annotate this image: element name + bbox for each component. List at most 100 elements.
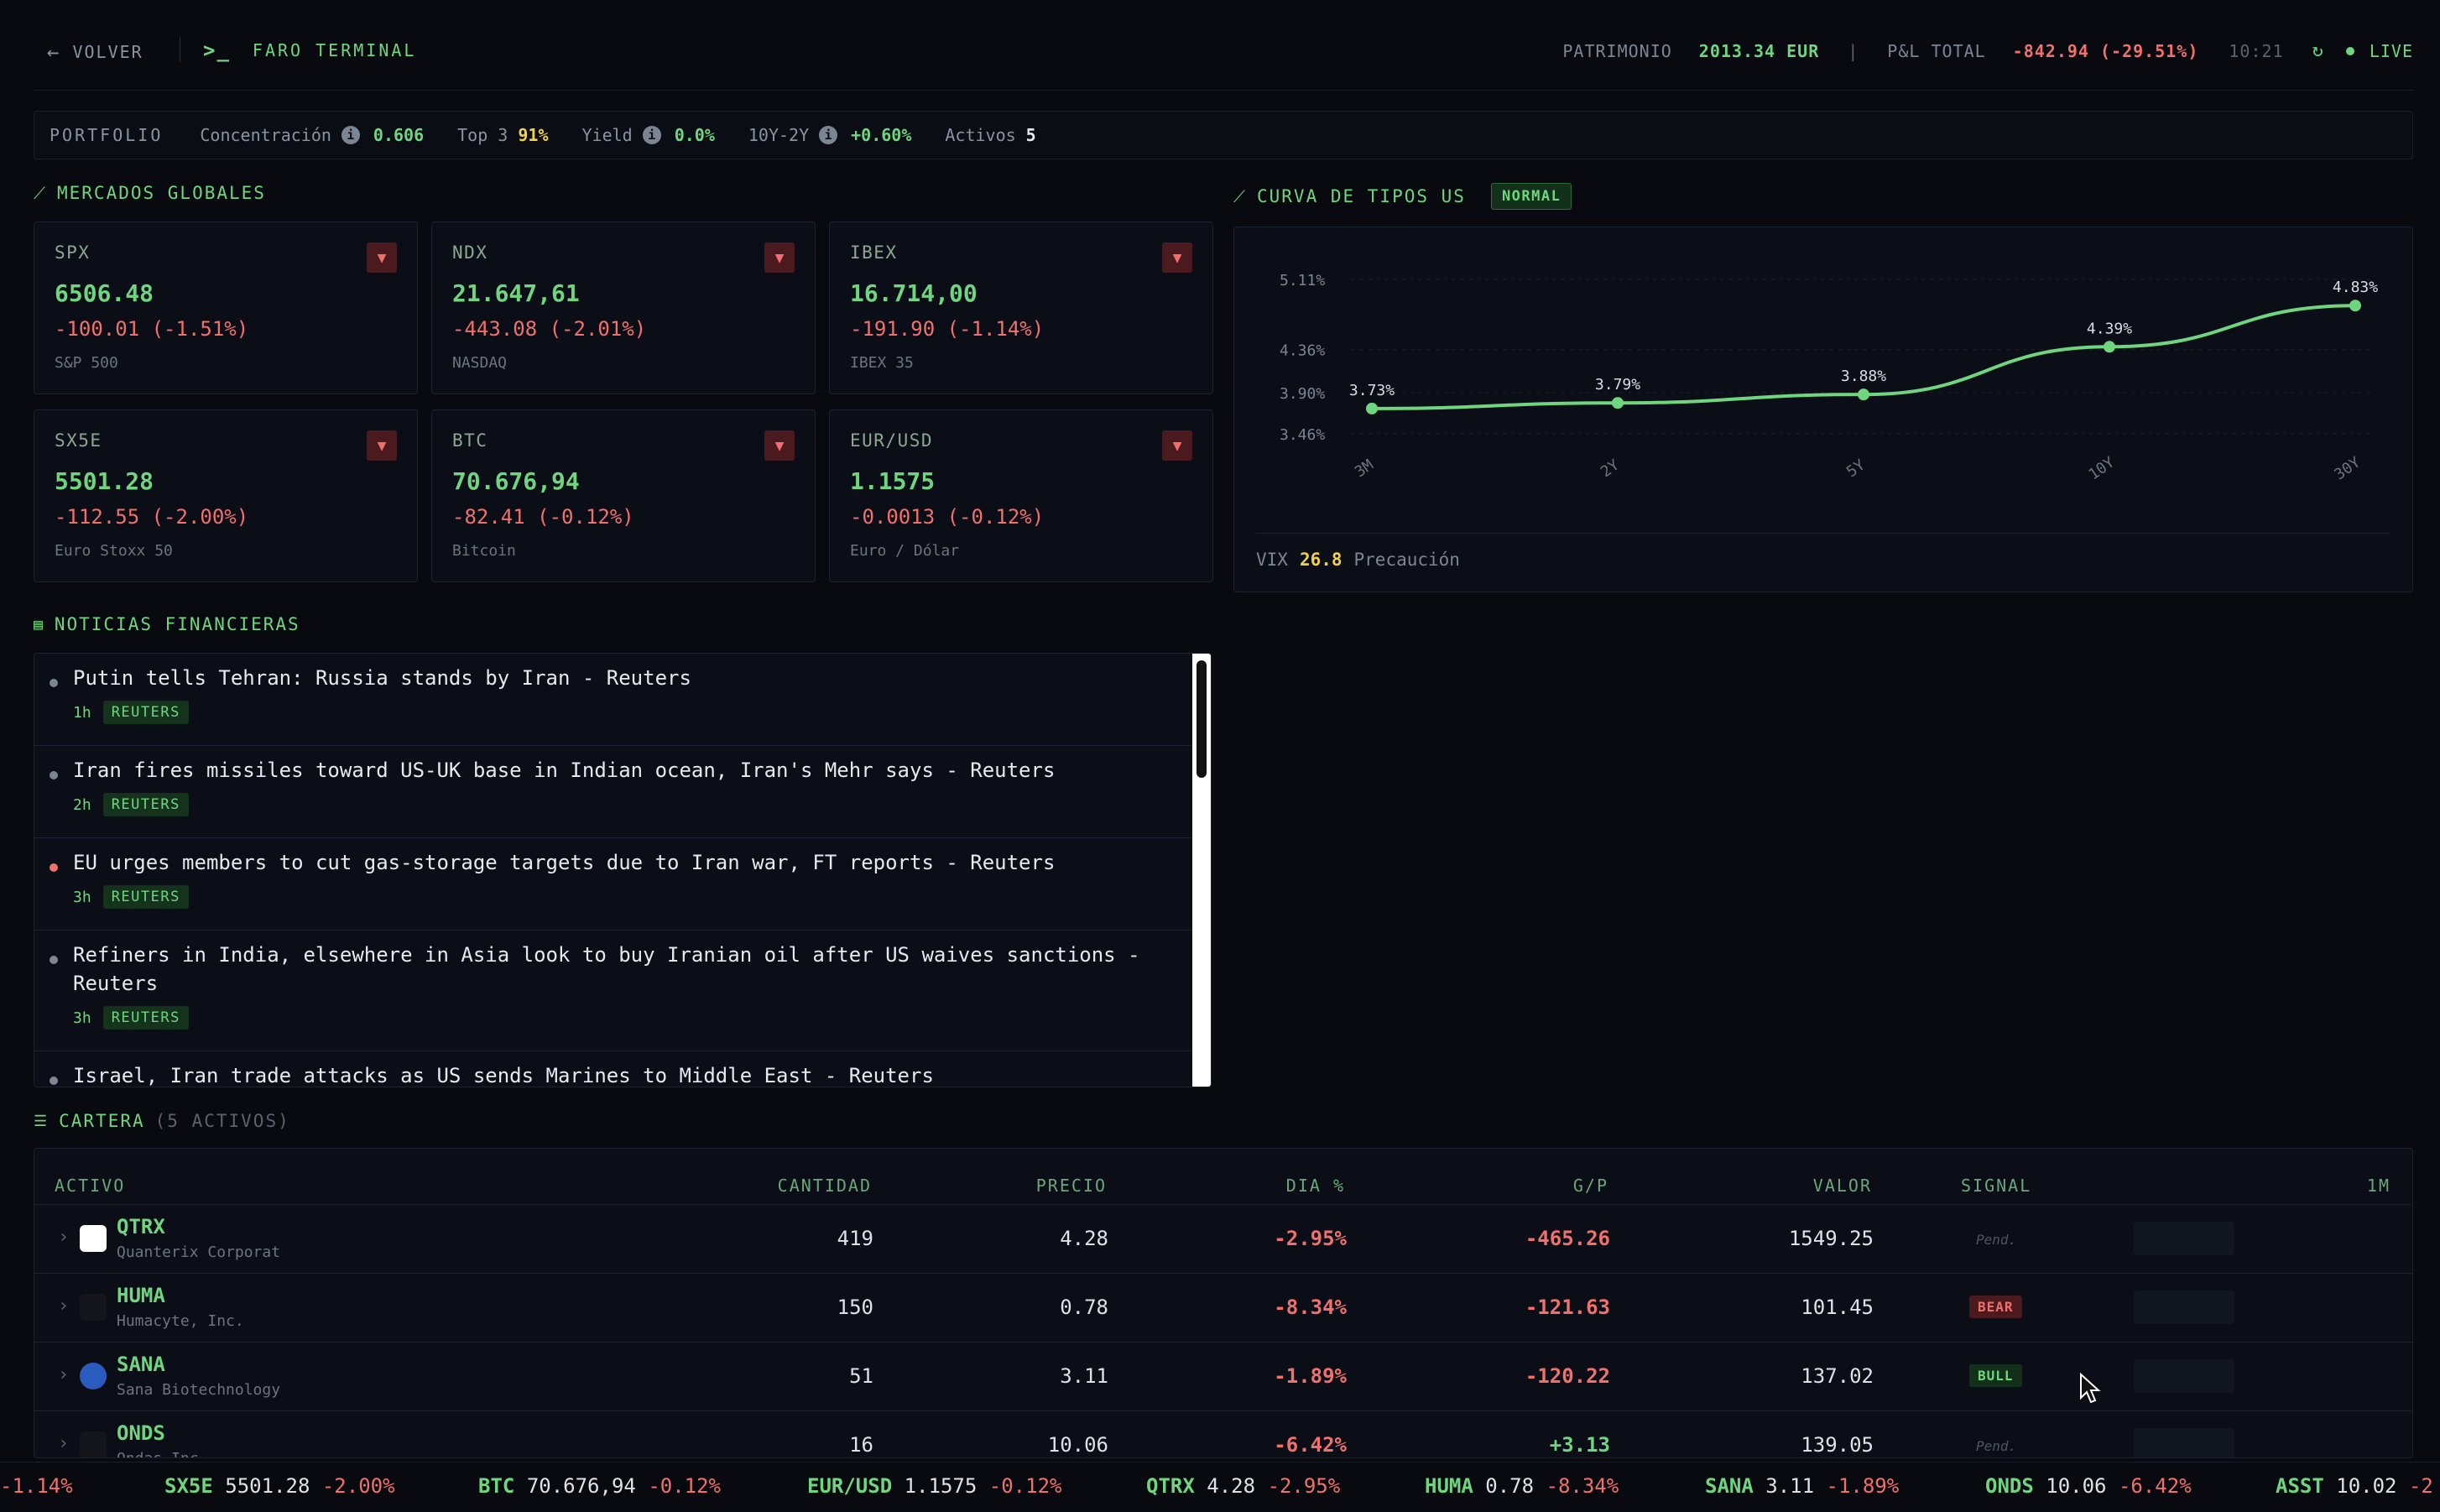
news-headline[interactable]: EU urges members to cut gas-storage targ… [73, 848, 1172, 877]
news-headline[interactable]: Putin tells Tehran: Russia stands by Ira… [73, 664, 1172, 692]
spread-value: +0.60% [851, 125, 912, 145]
market-card-btc[interactable]: BTC 70.676,94 -82.41 (-0.12%) Bitcoin ▼ [431, 409, 816, 582]
chevron-right-icon[interactable]: › [58, 1227, 69, 1248]
market-card-ndx[interactable]: NDX 21.647,61 -443.08 (-2.01%) NASDAQ ▼ [431, 222, 816, 394]
asset-ticker: SANA [117, 1353, 165, 1376]
asset-ticker: QTRX [117, 1215, 165, 1238]
sparkline-1m [2134, 1359, 2234, 1393]
portfolio-label: PORTFOLIO [50, 125, 164, 145]
column-header-signal[interactable]: SIGNAL [1961, 1176, 2031, 1196]
yield-curve-chart: 3.46% 3.90% 4.36% 5.11% 3.73% 3M 3.79% 2Y 3.88% 5… [1280, 272, 2378, 483]
chevron-right-icon[interactable]: › [58, 1364, 69, 1385]
x-tick-label: 10Y [2086, 453, 2119, 483]
terminal-icon: >_ [203, 39, 231, 62]
asset-day-change: -2.95% [1274, 1227, 1347, 1250]
column-header-valor[interactable]: VALOR [1813, 1176, 1872, 1196]
news-item[interactable]: EU urges members to cut gas-storage targ… [34, 838, 1192, 931]
scrollbar-thumb[interactable] [1197, 660, 1207, 778]
ticker-change: -8.34% [1546, 1474, 1619, 1498]
column-header-1m[interactable]: 1M [2367, 1176, 2390, 1196]
news-item[interactable]: Iran fires missiles toward US-UK base in… [34, 746, 1192, 838]
news-headline[interactable]: Iran fires missiles toward US-UK base in… [73, 756, 1172, 785]
table-row[interactable]: › ONDS Ondas Inc. 16 10.06 -6.42% +3.13 … [34, 1410, 2412, 1457]
card-price: 21.647,61 [452, 279, 580, 307]
info-icon[interactable]: i [341, 126, 360, 144]
asset-value: 137.02 [1801, 1364, 1874, 1388]
asset-value: 1549.25 [1788, 1227, 1874, 1250]
column-header-cantidad[interactable]: CANTIDAD [778, 1176, 872, 1196]
market-card-ibex[interactable]: IBEX 16.714,00 -191.90 (-1.14%) IBEX 35 … [829, 222, 1213, 394]
card-price: 16.714,00 [850, 279, 978, 307]
market-card-sx5e[interactable]: SX5E 5501.28 -112.55 (-2.00%) Euro Stoxx… [34, 409, 418, 582]
chevron-right-icon[interactable]: › [58, 1296, 69, 1316]
asset-quantity: 150 [837, 1296, 873, 1319]
asset-price: 0.78 [1060, 1296, 1108, 1319]
news-source-tag: REUTERS [102, 885, 189, 909]
news-headline[interactable]: Israel, Iran trade attacks as US sends M… [73, 1061, 1172, 1087]
yield-point [1612, 397, 1624, 409]
yield-point [1366, 402, 1378, 414]
yield-curve-title: CURVA DE TIPOS US [1257, 186, 1466, 206]
table-row[interactable]: › SANA Sana Biotechnology 51 3.11 -1.89%… [34, 1342, 2412, 1410]
news-bullet-icon [50, 956, 58, 964]
asset-name: Humacyte, Inc. [117, 1312, 244, 1330]
ticker-change: -0.12% [648, 1474, 722, 1498]
list-icon: ☰ [34, 1112, 50, 1130]
signal-pending: Pend. [1976, 1438, 2017, 1454]
news-meta: 3h REUTERS [73, 885, 189, 909]
news-item[interactable]: Refiners in India, elsewhere in Asia loo… [34, 931, 1192, 1051]
patrimonio-value: 2013.34 EUR [1698, 40, 1820, 61]
curve-status-badge: NORMAL [1490, 183, 1572, 210]
activos-label: Activos [945, 125, 1016, 145]
news-item[interactable]: Putin tells Tehran: Russia stands by Ira… [34, 654, 1192, 746]
back-label: VOLVER [72, 42, 143, 62]
company-logo [80, 1431, 107, 1457]
market-card-eurusd[interactable]: EUR/USD 1.1575 -0.0013 (-0.12%) Euro / D… [829, 409, 1213, 582]
card-change: -0.0013 (-0.12%) [850, 505, 1045, 529]
info-icon[interactable]: i [642, 126, 661, 144]
column-header-gp[interactable]: G/P [1573, 1176, 1608, 1196]
asset-quantity: 419 [837, 1227, 873, 1250]
table-row[interactable]: › HUMA Humacyte, Inc. 150 0.78 -8.34% -1… [34, 1273, 2412, 1342]
yield-point [2349, 300, 2361, 312]
refresh-icon[interactable]: ↻ [2312, 40, 2324, 61]
column-header-precio[interactable]: PRECIO [1036, 1176, 1107, 1196]
info-icon[interactable]: i [819, 126, 838, 144]
card-name: S&P 500 [55, 354, 118, 372]
ticker-symbol: SX5E [164, 1474, 213, 1498]
live-dot-icon [2345, 46, 2354, 55]
ticker-price: 10.02 [2336, 1474, 2397, 1498]
header-stats: PATRIMONIO 2013.34 EUR | P&L TOTAL -842.… [1562, 40, 2413, 61]
news-scrollbar[interactable] [1192, 654, 1211, 1087]
ticker-price: 5501.28 [225, 1474, 310, 1498]
asset-day-change: -1.89% [1274, 1364, 1347, 1388]
card-price: 5501.28 [55, 467, 154, 495]
data-label: 4.83% [2333, 279, 2378, 296]
news-bullet-icon [50, 863, 58, 872]
market-card-spx[interactable]: SPX 6506.48 -100.01 (-1.51%) S&P 500 ▼ [34, 222, 418, 394]
column-header-activo[interactable]: ACTIVO [55, 1176, 125, 1196]
card-name: Bitcoin [452, 542, 516, 560]
news-age: 1h [73, 703, 91, 722]
sparkline-1m [2134, 1428, 2234, 1457]
asset-price: 4.28 [1060, 1227, 1108, 1250]
portfolio-table: ACTIVO CANTIDAD PRECIO DIA % G/P VALOR S… [34, 1148, 2413, 1458]
ticker-price: 0.78 [1485, 1474, 1535, 1498]
news-section-title: ▤ NOTICIAS FINANCIERAS [34, 614, 300, 634]
down-arrow-icon: ▼ [367, 242, 397, 273]
asset-pl: +3.13 [1549, 1433, 1610, 1457]
data-label: 3.79% [1595, 376, 1640, 394]
chevron-right-icon[interactable]: › [58, 1433, 69, 1454]
news-headline[interactable]: Refiners in India, elsewhere in Asia loo… [73, 941, 1172, 998]
card-change: -112.55 (-2.00%) [55, 505, 249, 529]
ticker-symbol: BTC [478, 1474, 515, 1498]
ticker-symbol: ASST [2276, 1474, 2324, 1498]
news-item[interactable]: Israel, Iran trade attacks as US sends M… [34, 1051, 1192, 1087]
data-label: 4.39% [2087, 320, 2132, 337]
markets-title: MERCADOS GLOBALES [57, 183, 266, 203]
back-button[interactable]: ← VOLVER [47, 40, 143, 64]
ticker-item: -1.14% [0, 1474, 73, 1498]
y-tick-label: 4.36% [1280, 342, 1325, 360]
table-row[interactable]: › QTRX Quanterix Corporat 419 4.28 -2.95… [34, 1204, 2412, 1273]
column-header-dia[interactable]: DIA % [1286, 1176, 1345, 1196]
